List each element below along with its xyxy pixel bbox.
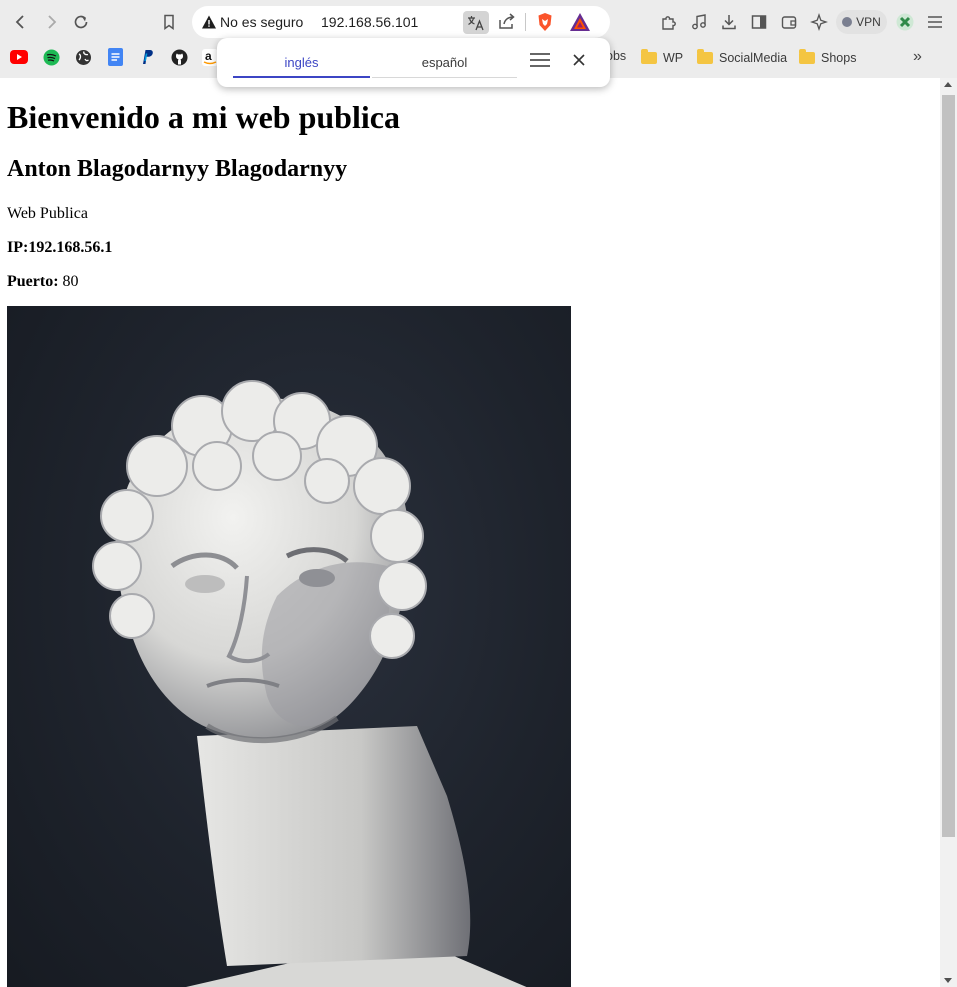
bookmark-folder-label: Shops bbox=[821, 50, 857, 65]
music-note-icon bbox=[692, 14, 706, 30]
scrollbar-thumb[interactable] bbox=[942, 95, 955, 837]
bookmark-folder-shops[interactable]: Shops bbox=[799, 48, 857, 66]
reload-button[interactable] bbox=[68, 9, 94, 35]
description-text: Web Publica bbox=[7, 205, 88, 222]
spotify-bookmark[interactable] bbox=[42, 48, 60, 66]
wallet-button[interactable] bbox=[778, 11, 800, 33]
sidebar-button[interactable] bbox=[748, 11, 770, 33]
author-name: Anton Blagodarnyy Blagodarnyy bbox=[7, 156, 348, 182]
folder-icon bbox=[641, 48, 657, 64]
page-title: Bienvenido a mi web publica bbox=[7, 99, 400, 135]
forward-icon bbox=[48, 15, 57, 29]
bookmark-icon bbox=[164, 14, 174, 30]
vpn-button[interactable]: VPN bbox=[836, 10, 887, 34]
warning-icon bbox=[202, 15, 216, 29]
bookmark-page-button[interactable] bbox=[156, 9, 182, 35]
browser-toolbar: No es seguro 192.168.56.101 VPN bbox=[0, 2, 957, 42]
back-button[interactable] bbox=[8, 9, 34, 35]
github-icon bbox=[171, 49, 187, 65]
folder-icon bbox=[697, 48, 713, 64]
bookmark-folder-socialmedia[interactable]: SocialMedia bbox=[697, 48, 788, 66]
youtube-bookmark[interactable] bbox=[10, 48, 28, 66]
scroll-up-arrow-icon[interactable] bbox=[944, 82, 952, 87]
tab-source-language[interactable]: inglés bbox=[233, 48, 370, 78]
page-content: Bienvenido a mi web publica Anton Blagod… bbox=[0, 78, 940, 987]
statue-photo bbox=[7, 306, 571, 987]
amazon-icon: a bbox=[202, 48, 218, 66]
github-bookmark[interactable] bbox=[170, 48, 188, 66]
translate-options-icon[interactable] bbox=[530, 52, 550, 68]
security-status-label[interactable]: No es seguro bbox=[220, 14, 303, 30]
puzzle-icon bbox=[662, 16, 676, 30]
profile-button[interactable] bbox=[894, 11, 916, 33]
scroll-down-arrow-icon[interactable] bbox=[944, 978, 952, 983]
main-menu-button[interactable] bbox=[924, 11, 946, 33]
page-scrollbar[interactable] bbox=[940, 78, 957, 987]
svg-text:a: a bbox=[205, 49, 212, 63]
port-label: Puerto: bbox=[7, 273, 59, 290]
google-docs-bookmark[interactable] bbox=[106, 48, 124, 66]
reload-icon bbox=[74, 15, 88, 29]
bookmark-folder-label: WP bbox=[663, 50, 684, 65]
share-icon[interactable] bbox=[497, 12, 517, 32]
address-bar[interactable]: No es seguro 192.168.56.101 bbox=[192, 6, 610, 38]
statue-bust-image bbox=[92, 380, 527, 987]
bookmark-folder-label: SocialMedia bbox=[719, 50, 788, 65]
translate-icon bbox=[468, 15, 484, 30]
spotify-icon bbox=[43, 49, 59, 65]
bookmark-folder-wp[interactable]: WP bbox=[641, 48, 684, 66]
extensions-button[interactable] bbox=[658, 11, 680, 33]
url-text[interactable]: 192.168.56.101 bbox=[321, 14, 418, 30]
web-bookmark[interactable] bbox=[74, 48, 92, 66]
media-button[interactable] bbox=[688, 11, 710, 33]
youtube-icon bbox=[10, 50, 28, 64]
vpn-status-icon bbox=[842, 17, 853, 27]
tab-target-language[interactable]: español bbox=[372, 48, 517, 78]
folder-icon bbox=[799, 48, 815, 64]
downloads-button[interactable] bbox=[718, 11, 740, 33]
port-value: 80 bbox=[58, 273, 79, 290]
sparkle-icon bbox=[810, 13, 828, 31]
download-icon bbox=[722, 15, 736, 30]
forward-button[interactable] bbox=[38, 9, 64, 35]
vpn-label: VPN bbox=[856, 15, 881, 29]
close-icon[interactable] bbox=[570, 51, 588, 69]
translate-popup: inglés español bbox=[217, 38, 610, 87]
translate-button[interactable] bbox=[463, 11, 489, 34]
brave-shields-icon[interactable] bbox=[535, 12, 555, 32]
hamburger-icon bbox=[928, 16, 942, 28]
more-bookmarks-button[interactable]: » bbox=[913, 48, 922, 66]
sidebar-icon bbox=[751, 15, 767, 29]
port-line: Puerto: 80 bbox=[7, 273, 79, 291]
globe-icon bbox=[75, 49, 91, 65]
back-icon bbox=[15, 15, 24, 29]
brave-rewards-icon[interactable] bbox=[569, 12, 591, 32]
paypal-icon bbox=[143, 50, 153, 64]
wallet-icon bbox=[781, 16, 797, 29]
document-icon bbox=[107, 48, 123, 66]
address-bar-separator bbox=[525, 13, 526, 31]
paypal-bookmark[interactable] bbox=[138, 48, 156, 66]
ip-address-text: IP:192.168.56.1 bbox=[7, 239, 113, 256]
leo-ai-button[interactable] bbox=[808, 11, 830, 33]
avatar-icon bbox=[896, 13, 914, 31]
